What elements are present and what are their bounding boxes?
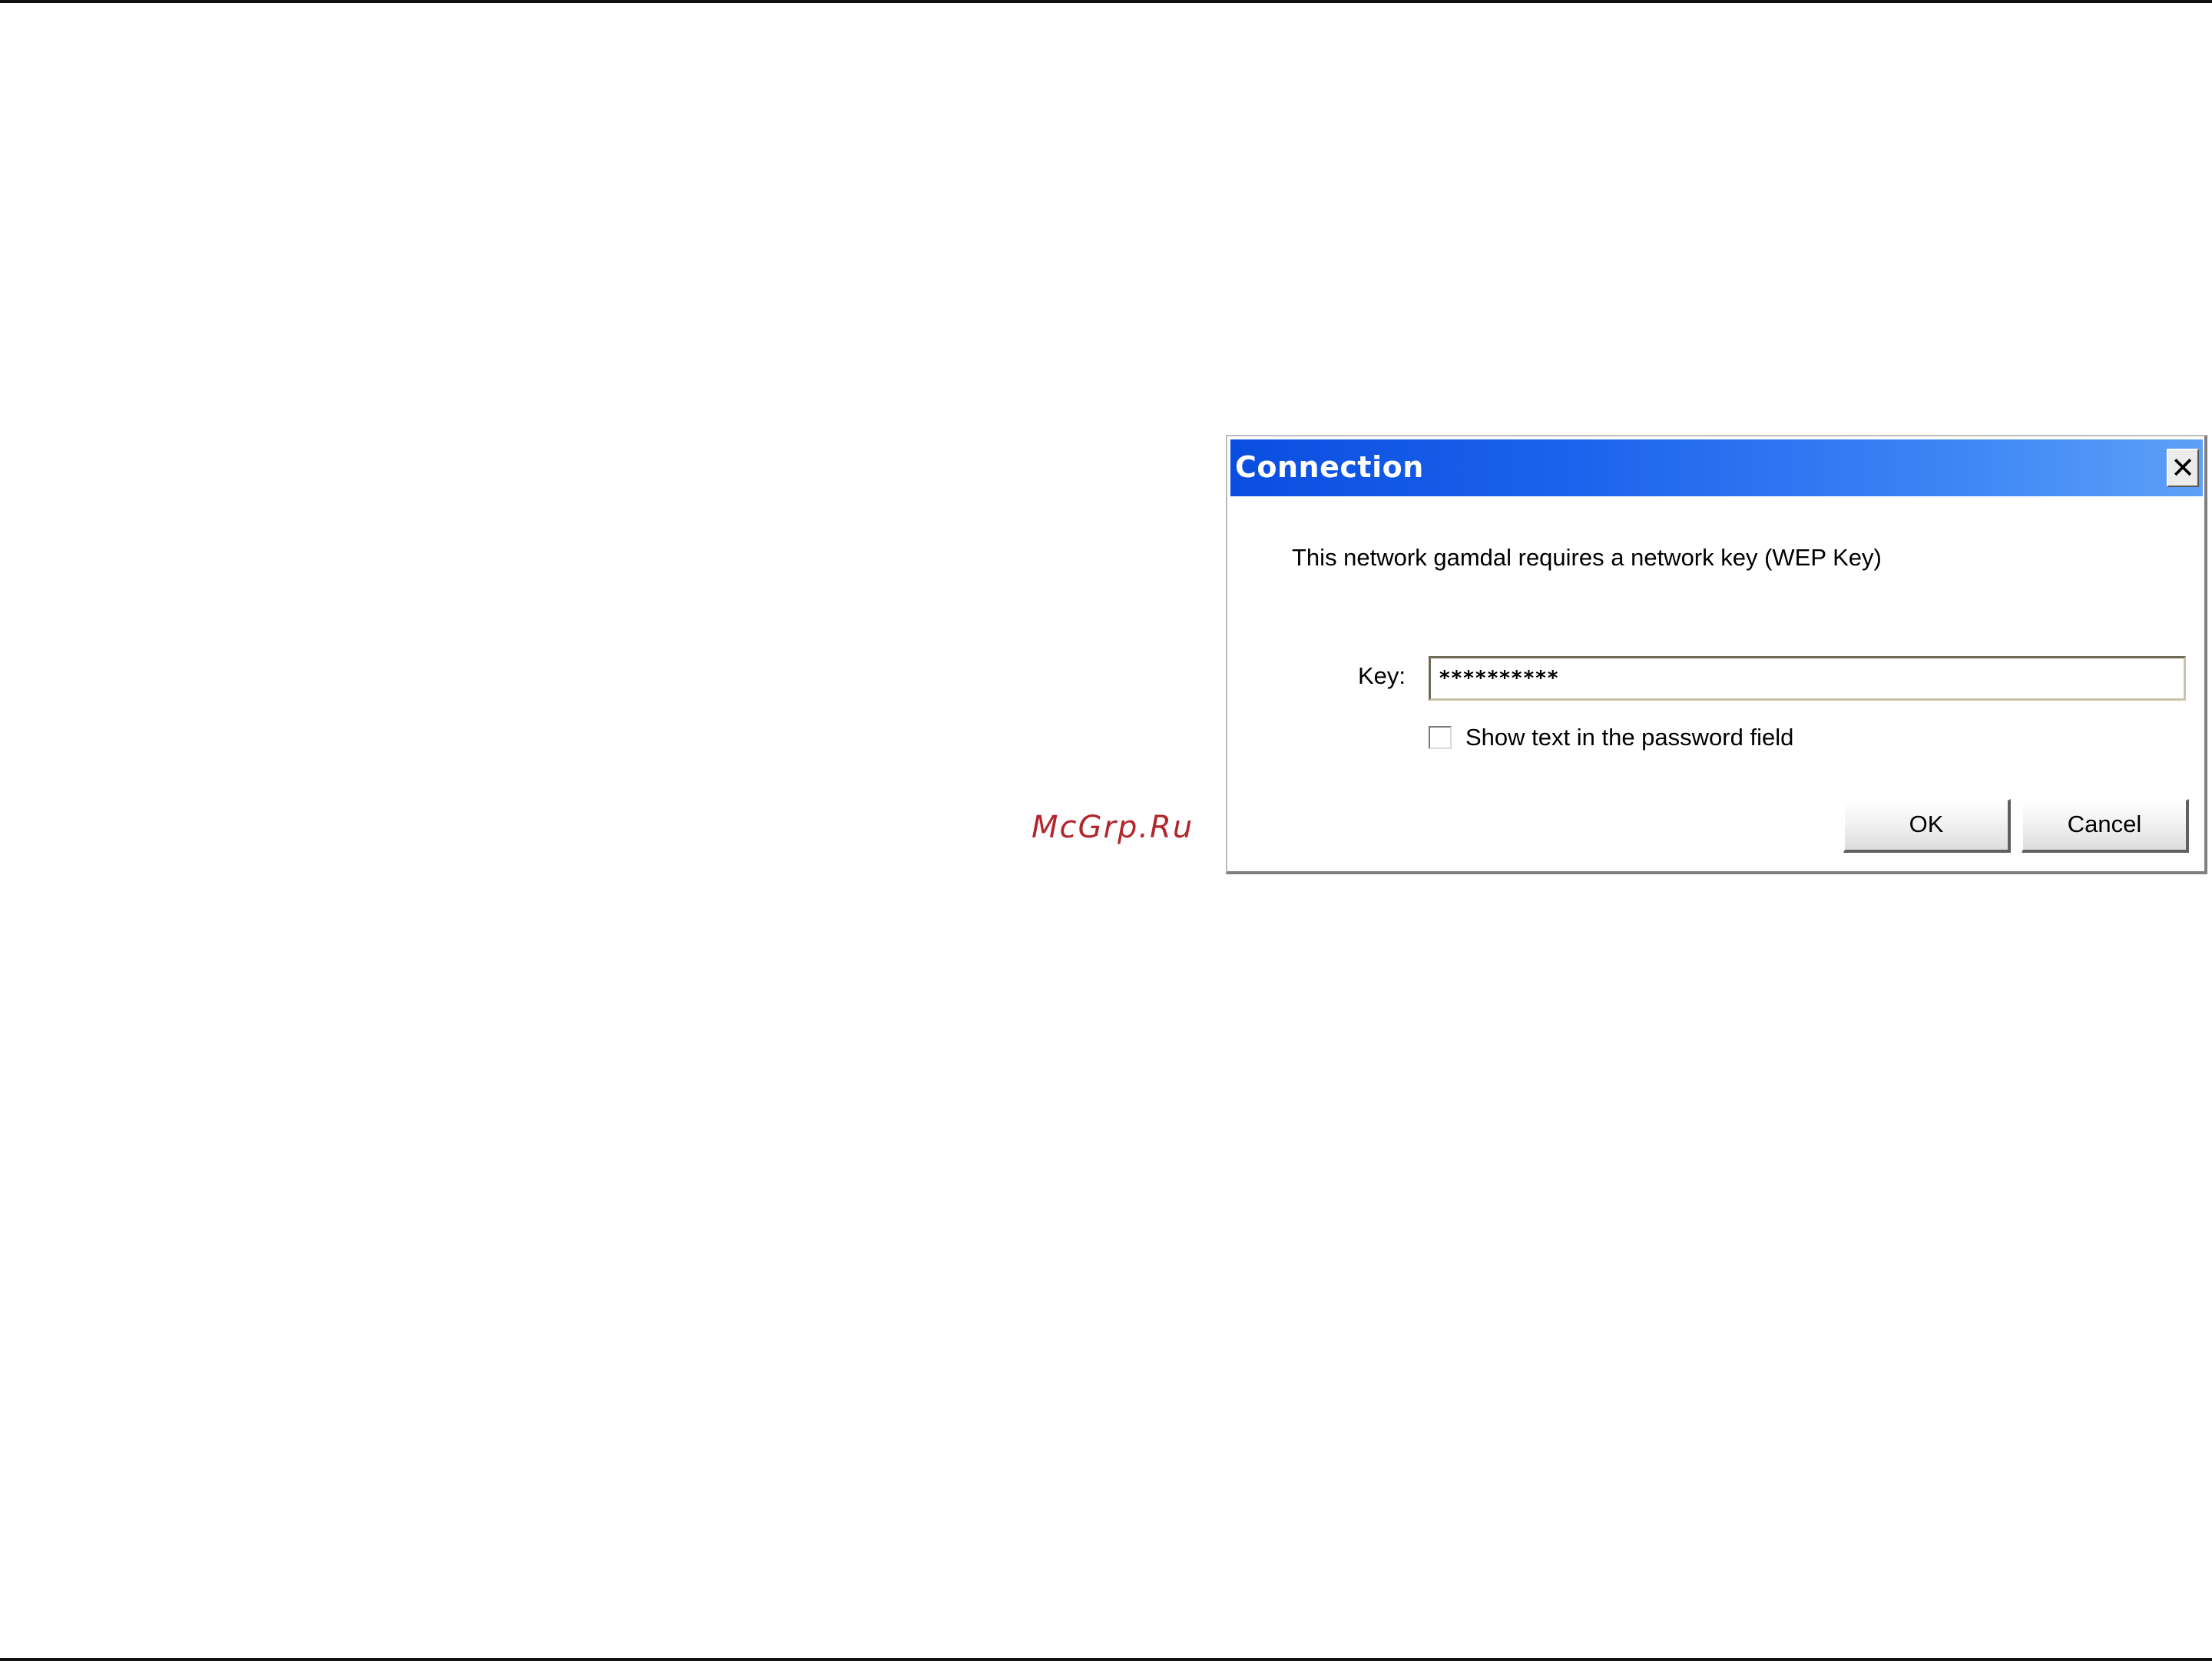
bottom-rule: [0, 1658, 2212, 1661]
cancel-button[interactable]: Cancel: [2022, 799, 2189, 853]
dialog-message: This network gamdal requires a network k…: [1292, 544, 1882, 571]
dialog-titlebar[interactable]: Connection ✕: [1230, 439, 2203, 496]
connection-dialog: Connection ✕ This network gamdal require…: [1226, 435, 2207, 874]
key-input[interactable]: [1429, 656, 2186, 701]
close-button[interactable]: ✕: [2167, 449, 2199, 487]
key-label: Key:: [1358, 662, 1406, 689]
top-rule: [0, 0, 2212, 3]
show-text-label[interactable]: Show text in the password field: [1465, 724, 1793, 751]
dialog-title: Connection: [1235, 450, 1424, 484]
ok-button[interactable]: OK: [1843, 799, 2011, 853]
close-icon: ✕: [2171, 451, 2195, 485]
watermark: McGrp.Ru: [1031, 810, 1194, 845]
show-text-checkbox[interactable]: [1429, 726, 1452, 749]
show-text-option[interactable]: Show text in the password field: [1429, 724, 1793, 751]
